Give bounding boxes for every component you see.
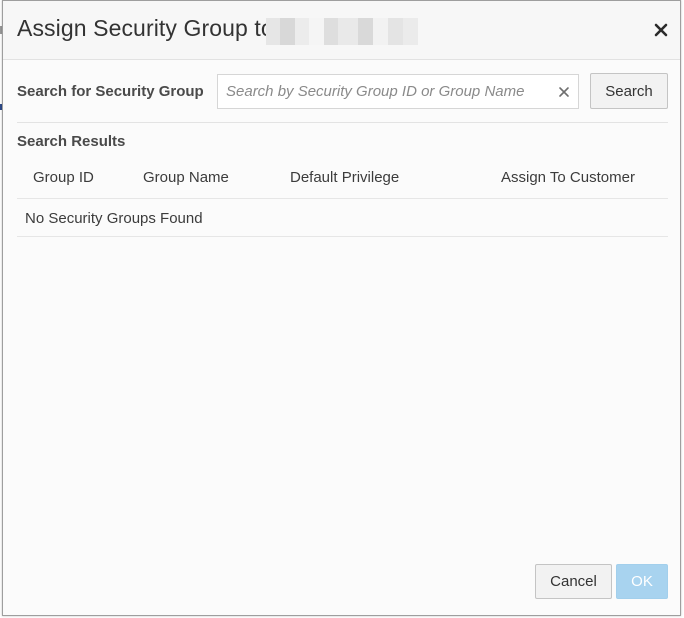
search-field: [217, 74, 579, 109]
divider: [17, 236, 668, 237]
search-input[interactable]: [218, 75, 548, 108]
redaction-block: [280, 18, 295, 45]
column-header-group-id[interactable]: Group ID: [33, 169, 94, 186]
divider: [17, 122, 668, 123]
redaction-block: [266, 18, 280, 45]
dialog-title: Assign Security Group to: [17, 15, 274, 41]
dialog-header: Assign Security Group to: [3, 1, 680, 60]
redaction-block: [338, 18, 358, 45]
assign-security-group-dialog: Assign Security Group to Search for Secu…: [2, 0, 681, 616]
redaction-block: [403, 18, 418, 45]
search-label: Search for Security Group: [17, 83, 204, 100]
divider: [17, 198, 668, 199]
redaction-block: [309, 18, 324, 45]
redaction-block: [358, 18, 373, 45]
search-results-heading: Search Results: [17, 133, 126, 150]
empty-results-message: No Security Groups Found: [25, 210, 203, 227]
redaction-block: [324, 18, 338, 45]
column-header-group-name[interactable]: Group Name: [143, 169, 229, 186]
redacted-customer-name: [266, 18, 418, 45]
clear-icon[interactable]: [558, 85, 570, 97]
cancel-button[interactable]: Cancel: [535, 564, 612, 599]
redaction-block: [295, 18, 309, 45]
close-icon[interactable]: [652, 21, 670, 39]
column-header-default-privilege[interactable]: Default Privilege: [290, 169, 399, 186]
search-button[interactable]: Search: [590, 73, 668, 109]
column-header-assign-to-customer[interactable]: Assign To Customer: [501, 169, 635, 186]
redaction-block: [388, 18, 403, 45]
redaction-block: [373, 18, 388, 45]
ok-button[interactable]: OK: [616, 564, 668, 599]
